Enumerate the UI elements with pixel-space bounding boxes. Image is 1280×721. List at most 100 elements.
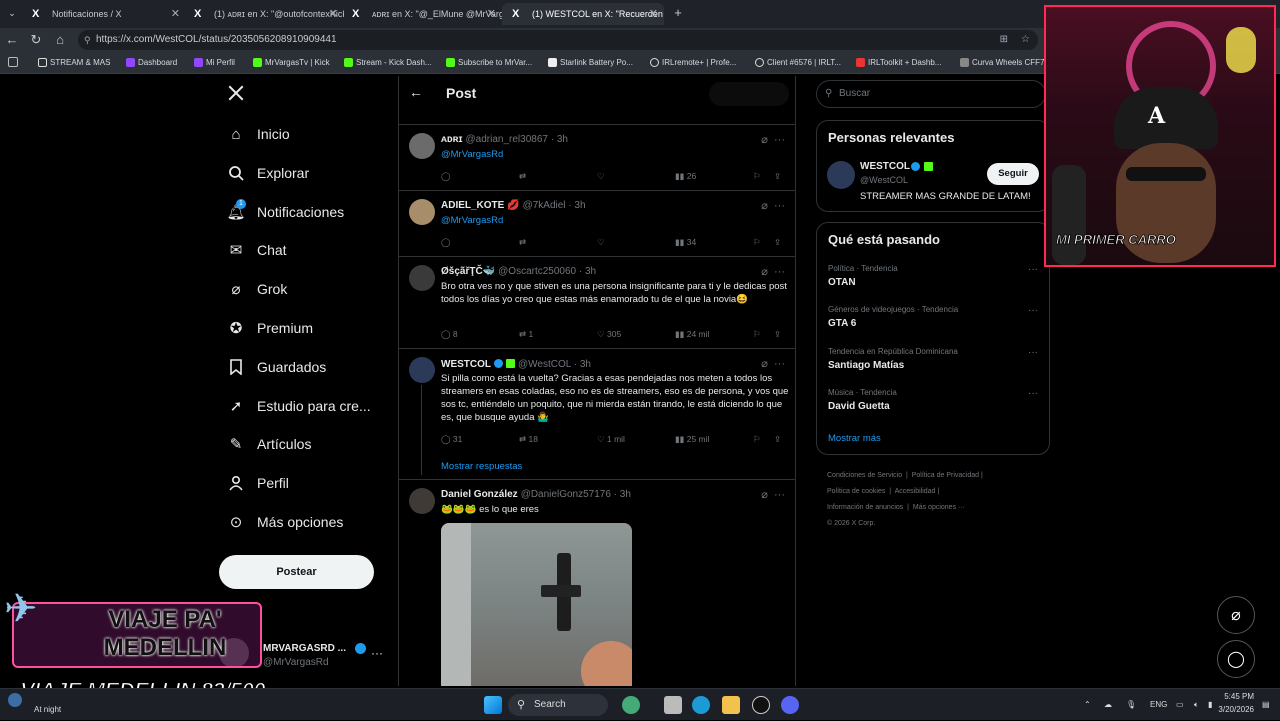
tweet-author[interactable]: ADIEL_KOTE 💋 @7kAdiel · 3h [441, 200, 586, 211]
bookmark-item[interactable]: Subscribe to MrVar... [446, 52, 532, 74]
reply-button[interactable] [709, 82, 789, 106]
obs-icon[interactable] [752, 696, 770, 714]
views-icon[interactable]: ▮▮ 25 mil [675, 434, 709, 445]
bookmark-icon[interactable]: ⚐ [753, 237, 761, 248]
more-dots-icon[interactable]: ··· [1028, 305, 1038, 316]
nav-notificaciones[interactable]: 🔔︎ 1 Notificaciones [226, 198, 344, 226]
views-icon[interactable]: ▮▮ 34 [675, 237, 696, 248]
x-logo-icon[interactable] [227, 84, 245, 102]
edge-browser-icon[interactable] [692, 696, 710, 714]
tweet-menu[interactable]: ⌀ ··· [761, 265, 785, 278]
nav-guardados[interactable]: Guardados [227, 353, 326, 381]
bookmark-item[interactable]: IRLremote+ | Profe... [650, 52, 736, 74]
reload-icon[interactable]: ↻ [28, 32, 44, 48]
like-icon[interactable]: ♡ 1 mil [597, 434, 625, 445]
bookmark-item[interactable]: Mi Perfil [194, 52, 235, 74]
mention-link[interactable]: @MrVargasRd [441, 149, 503, 160]
avatar[interactable] [409, 199, 435, 225]
browser-tab[interactable]: X (1) ᴀᴅʀɪ en X: "@outofcontexKick ✕ [184, 3, 344, 25]
bookmark-item[interactable]: STREAM & MAS [38, 52, 110, 74]
reply-icon[interactable]: ◯ [441, 171, 451, 182]
views-icon[interactable]: ▮▮ 26 [675, 171, 696, 182]
repost-icon[interactable]: ⇄ 1 [519, 329, 533, 340]
nav-articulos[interactable]: ✎ Artículos [227, 430, 312, 458]
nav-premium[interactable]: ✪ Premium [227, 314, 313, 342]
task-view-icon[interactable] [664, 696, 682, 714]
trend-item[interactable]: Música · Tendencia David Guetta ··· [828, 388, 1038, 412]
clock-time[interactable]: 5:45 PM [1214, 692, 1254, 701]
tweet-menu[interactable]: ⌀ ··· [761, 357, 785, 370]
start-windows-icon[interactable] [484, 696, 502, 714]
tweet[interactable]: ADIEL_KOTE 💋 @7kAdiel · 3h ⌀ ··· @MrVarga… [399, 191, 795, 257]
close-tab-icon[interactable]: ✕ [487, 3, 496, 25]
like-icon[interactable]: ♡ [597, 237, 605, 248]
widgets-icon[interactable] [622, 696, 640, 714]
url-field[interactable]: ⚲ https://x.com/WestCOL/status/203505620… [78, 30, 1038, 50]
favorite-star-icon[interactable]: ☆ [1021, 30, 1030, 50]
avatar[interactable] [827, 161, 855, 189]
repost-icon[interactable]: ⇄ 18 [519, 434, 538, 445]
bookmark-item[interactable]: Stream - Kick Dash... [344, 52, 432, 74]
share-icon[interactable]: ⇪ [774, 171, 781, 182]
tweet-author[interactable]: WESTCOL @WestCOL · 3h [441, 358, 591, 370]
show-replies-link[interactable]: Mostrar respuestas [441, 461, 522, 472]
back-icon[interactable]: ← [4, 32, 20, 48]
trend-item[interactable]: Política · Tendencia OTAN ··· [828, 264, 1038, 288]
tab-list-icon[interactable]: ⌄ [4, 5, 20, 21]
nav-mas-opciones[interactable]: ⊙ Más opciones [227, 508, 344, 536]
reading-list-icon[interactable] [8, 57, 18, 67]
tweet-menu[interactable]: ⌀ ··· [761, 488, 785, 501]
bookmark-icon[interactable]: ⚐ [753, 171, 761, 182]
bookmark-item[interactable]: Starlink Battery Po... [548, 52, 633, 74]
footer-link[interactable]: Información de anuncios [827, 504, 903, 511]
tweet-author[interactable]: Daniel González @DanielGonz57176 · 3h [441, 489, 631, 500]
tweet-author[interactable]: ᴀᴅʀɪ @adrian_rel30867 · 3h [441, 134, 568, 145]
nav-inicio[interactable]: ⌂ Inicio [227, 120, 289, 148]
tweet[interactable]: ØšçãřŢČ🐳 @Oscartc250060 · 3h ⌀ ··· Bro ot… [399, 257, 795, 349]
browser-tab-active[interactable]: X (1) WESTCOL en X: "Recuerden qu ✕ [502, 3, 664, 25]
avatar[interactable] [409, 133, 435, 159]
avatar[interactable] [409, 357, 435, 383]
repost-icon[interactable]: ⇄ [519, 237, 526, 248]
mic-icon[interactable]: 🎙︎ [1126, 689, 1136, 721]
more-dots-icon[interactable]: ··· [1028, 388, 1038, 399]
browser-tab[interactable]: X ᴀᴅʀɪ en X: "@_ElMune @MrVargas ✕ [342, 3, 502, 25]
tweet-menu[interactable]: ⌀ ··· [761, 133, 785, 146]
file-explorer-icon[interactable] [722, 696, 740, 714]
bookmark-item[interactable]: Dashboard [126, 52, 177, 74]
share-icon[interactable]: ⇪ [774, 237, 781, 248]
avatar[interactable] [409, 488, 435, 514]
person-name[interactable]: WESTCOL [860, 161, 910, 172]
reply-icon[interactable]: ◯ 31 [441, 434, 462, 445]
clock-date[interactable]: 3/20/2026 [1208, 705, 1254, 714]
bookmark-item[interactable]: Client #6576 | IRLT... [755, 52, 841, 74]
bookmark-icon[interactable]: ⚐ [753, 329, 761, 340]
footer-link[interactable]: Accesibilidad [895, 488, 936, 495]
trend-item[interactable]: Géneros de videojuegos · Tendencia GTA 6 ·… [828, 305, 1038, 329]
close-tab-icon[interactable]: ✕ [171, 3, 180, 25]
tweet[interactable]: ᴀᴅʀɪ @adrian_rel30867 · 3h ⌀ ··· @MrVarga… [399, 124, 795, 191]
nav-grok[interactable]: ⌀ Grok [227, 275, 287, 303]
site-info-icon[interactable]: ⚲ [84, 30, 91, 50]
more-dots-icon[interactable]: ··· [1028, 264, 1038, 275]
home-icon[interactable]: ⌂ [52, 32, 68, 48]
grok-fab-button[interactable]: ⌀ [1217, 596, 1255, 634]
bookmark-icon[interactable]: ⚐ [753, 434, 761, 445]
back-arrow-icon[interactable]: ← [409, 84, 423, 100]
show-more-link[interactable]: Mostrar más [828, 433, 881, 444]
weather-icon[interactable] [8, 693, 22, 707]
bookmark-item[interactable]: Curva Wheels CFF7( [960, 52, 1047, 74]
messages-fab-button[interactable]: ◯ [1217, 640, 1255, 678]
nav-explorar[interactable]: Explorar [227, 159, 309, 187]
footer-link[interactable]: Más opciones ··· [913, 504, 965, 511]
repost-icon[interactable]: ⇄ [519, 171, 526, 182]
tweet[interactable]: Daniel González @DanielGonz57176 · 3h ⌀ ·… [399, 480, 795, 686]
reply-icon[interactable]: ◯ [441, 237, 451, 248]
share-icon[interactable]: ⇪ [774, 329, 781, 340]
tray-chevron-icon[interactable]: ⌃ [1084, 689, 1091, 721]
avatar[interactable] [409, 265, 435, 291]
nav-estudio[interactable]: ➚ Estudio para cre... [227, 392, 371, 420]
reply-icon[interactable]: ◯ 8 [441, 329, 458, 340]
bookmark-item[interactable]: IRLToolkit + Dashb... [856, 52, 941, 74]
notifications-icon[interactable]: ▤ [1262, 689, 1270, 721]
